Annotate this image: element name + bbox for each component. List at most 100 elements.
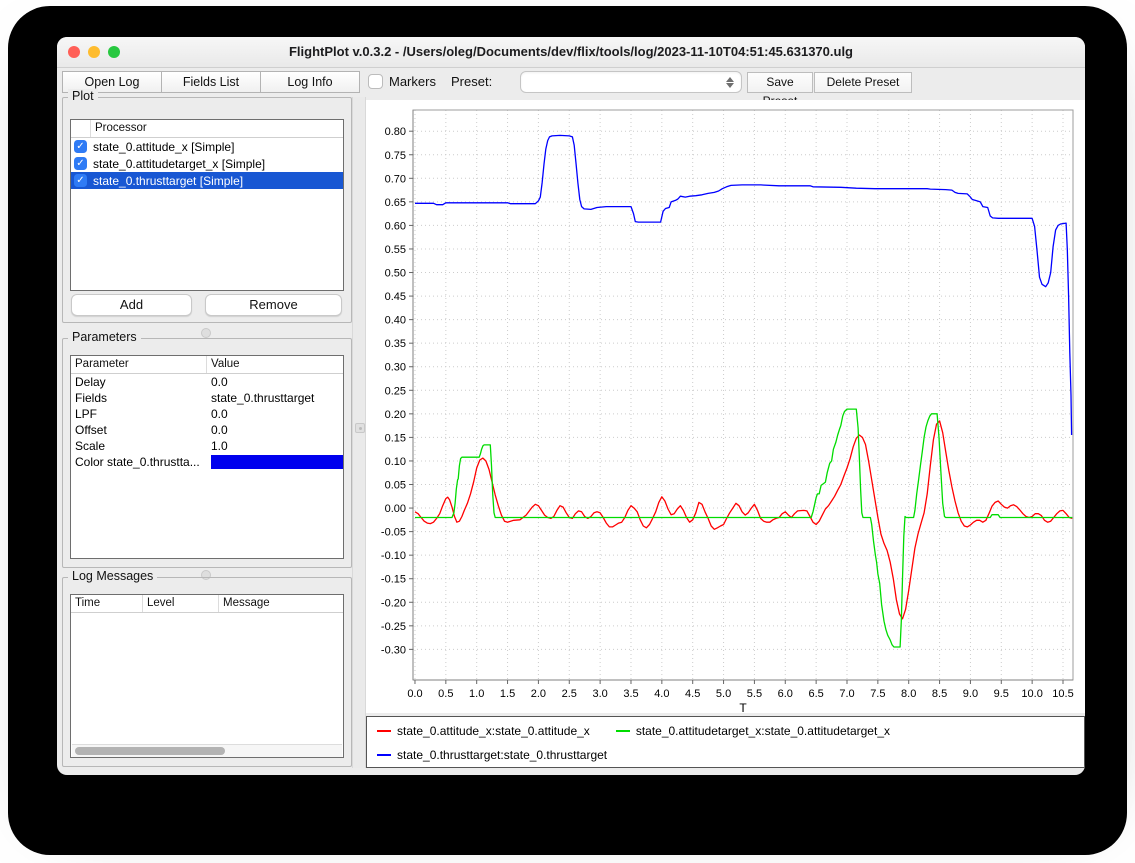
legend-label: state_0.attitude_x:state_0.attitude_x [397, 724, 590, 738]
svg-text:0.65: 0.65 [385, 197, 406, 209]
legend-line-swatch [616, 730, 630, 732]
plot-series-label: state_0.attitude_x [Simple] [93, 140, 234, 154]
fields-list-button[interactable]: Fields List [161, 71, 261, 93]
svg-text:9.5: 9.5 [994, 688, 1009, 700]
parameters-groupbox-title: Parameters [68, 330, 141, 344]
parameter-row[interactable]: Fieldsstate_0.thrusttarget [71, 390, 343, 406]
legend-line-swatch [377, 730, 391, 732]
combo-stepper-icon[interactable] [723, 74, 737, 90]
svg-text:2.5: 2.5 [562, 688, 577, 700]
parameter-row[interactable]: LPF0.0 [71, 406, 343, 422]
parameters-table[interactable]: Parameter Value Delay0.0Fieldsstate_0.th… [70, 355, 344, 559]
plot-list-body: ✓ state_0.attitude_x [Simple] ✓ state_0.att… [71, 138, 343, 189]
save-preset-button[interactable]: Save Preset [747, 72, 813, 93]
flightplot-window: FlightPlot v.0.3.2 - /Users/oleg/Documen… [57, 37, 1085, 775]
flight-chart[interactable]: -0.30-0.25-0.20-0.15-0.10-0.050.000.050.… [366, 100, 1085, 713]
markers-checkbox[interactable] [368, 74, 383, 89]
plot-series-row[interactable]: ✓ state_0.thrusttarget [Simple] [71, 172, 343, 189]
svg-text:8.5: 8.5 [932, 688, 947, 700]
svg-text:0.5: 0.5 [438, 688, 453, 700]
plot-series-label: state_0.thrusttarget [Simple] [93, 174, 243, 188]
plot-series-label: state_0.attitudetarget_x [Simple] [93, 157, 265, 171]
parameter-value[interactable]: 0.0 [207, 423, 343, 437]
svg-text:4.0: 4.0 [654, 688, 669, 700]
parameter-row[interactable]: Delay0.0 [71, 374, 343, 390]
level-column-header: Level [143, 595, 219, 612]
svg-text:8.0: 8.0 [901, 688, 916, 700]
checked-checkbox-icon[interactable]: ✓ [74, 140, 87, 153]
parameter-name: Fields [71, 391, 207, 405]
parameters-rows: Delay0.0Fieldsstate_0.thrusttargetLPF0.0… [71, 374, 343, 470]
svg-text:0.20: 0.20 [385, 409, 406, 421]
legend-row: state_0.thrusttarget:state_0.thrusttarge… [367, 745, 1084, 765]
svg-text:5.0: 5.0 [716, 688, 731, 700]
log-messages-groupbox: Log Messages Time Level Message [62, 577, 352, 767]
titlebar: FlightPlot v.0.3.2 - /Users/oleg/Documen… [57, 37, 1085, 68]
svg-text:9.0: 9.0 [963, 688, 978, 700]
svg-text:5.5: 5.5 [747, 688, 762, 700]
svg-text:7.0: 7.0 [839, 688, 854, 700]
plot-groupbox: Plot Processor ✓state_0.attitude_x [Simp… [62, 97, 352, 323]
svg-text:10.5: 10.5 [1052, 688, 1073, 700]
color-swatch[interactable] [211, 455, 343, 469]
svg-text:3.0: 3.0 [592, 688, 607, 700]
parameter-value[interactable]: 0.0 [207, 375, 343, 389]
svg-text:0.45: 0.45 [385, 291, 406, 303]
svg-text:0.30: 0.30 [385, 362, 406, 374]
svg-text:0.50: 0.50 [385, 268, 406, 280]
delete-preset-button[interactable]: Delete Preset [814, 72, 912, 93]
processor-column-header: Processor [91, 120, 343, 137]
checked-checkbox-icon[interactable]: ✓ [74, 174, 87, 187]
svg-text:4.5: 4.5 [685, 688, 700, 700]
plot-series-row[interactable]: ✓ state_0.attitudetarget_x [Simple] [71, 155, 343, 172]
parameter-value[interactable]: 0.0 [207, 407, 343, 421]
scrollbar-thumb[interactable] [75, 747, 225, 755]
parameter-row[interactable]: Scale1.0 [71, 438, 343, 454]
checked-checkbox-icon[interactable]: ✓ [74, 157, 87, 170]
parameter-row[interactable]: Offset0.0 [71, 422, 343, 438]
parameter-column-header: Parameter [71, 356, 207, 373]
log-messages-table[interactable]: Time Level Message [70, 594, 344, 758]
svg-text:0.10: 0.10 [385, 456, 406, 468]
parameter-row-color[interactable]: Color state_0.thrustta... [71, 454, 343, 470]
svg-text:0.55: 0.55 [385, 244, 406, 256]
vertical-splitter[interactable] [352, 97, 366, 768]
parameter-name: Delay [71, 375, 207, 389]
remove-button[interactable]: Remove [205, 294, 342, 316]
svg-text:0.75: 0.75 [385, 150, 406, 162]
value-column-header: Value [207, 356, 343, 373]
horizontal-scrollbar[interactable] [72, 744, 342, 757]
parameter-value[interactable]: 1.0 [207, 439, 343, 453]
svg-text:-0.20: -0.20 [381, 597, 406, 609]
svg-text:0.60: 0.60 [385, 220, 406, 232]
markers-label: Markers [389, 74, 436, 89]
parameter-name: LPF [71, 407, 207, 421]
parameter-value[interactable]: state_0.thrusttarget [207, 391, 343, 405]
svg-text:0.40: 0.40 [385, 315, 406, 327]
legend-entry: state_0.thrusttarget:state_0.thrusttarge… [377, 748, 607, 762]
svg-text:0.05: 0.05 [385, 480, 406, 492]
svg-text:0.70: 0.70 [385, 173, 406, 185]
chart-legend: state_0.attitude_x:state_0.attitude_xsta… [366, 716, 1085, 768]
add-button[interactable]: Add [71, 294, 192, 316]
svg-text:-0.05: -0.05 [381, 527, 406, 539]
plot-series-row[interactable]: ✓ state_0.attitude_x [Simple] [71, 138, 343, 155]
legend-label: state_0.thrusttarget:state_0.thrusttarge… [397, 748, 607, 762]
log-info-button[interactable]: Log Info [260, 71, 360, 93]
svg-text:-0.30: -0.30 [381, 644, 406, 656]
parameter-name: Scale [71, 439, 207, 453]
plot-table-header: Processor [71, 120, 343, 138]
message-column-header: Message [219, 595, 343, 612]
plot-groupbox-title: Plot [68, 89, 98, 103]
checkbox-column-header [71, 120, 91, 137]
svg-text:10.0: 10.0 [1021, 688, 1042, 700]
preset-combobox[interactable] [520, 71, 742, 93]
svg-text:T: T [739, 701, 747, 713]
splitter-handle[interactable] [201, 328, 211, 338]
plot-series-table[interactable]: Processor ✓ state_0.attitude_x [Simple] ✓ s… [70, 119, 344, 291]
svg-text:6.0: 6.0 [778, 688, 793, 700]
splitter-handle[interactable] [355, 423, 365, 433]
svg-text:1.0: 1.0 [469, 688, 484, 700]
parameter-name: Offset [71, 423, 207, 437]
chart-panel[interactable]: -0.30-0.25-0.20-0.15-0.10-0.050.000.050.… [366, 100, 1085, 713]
